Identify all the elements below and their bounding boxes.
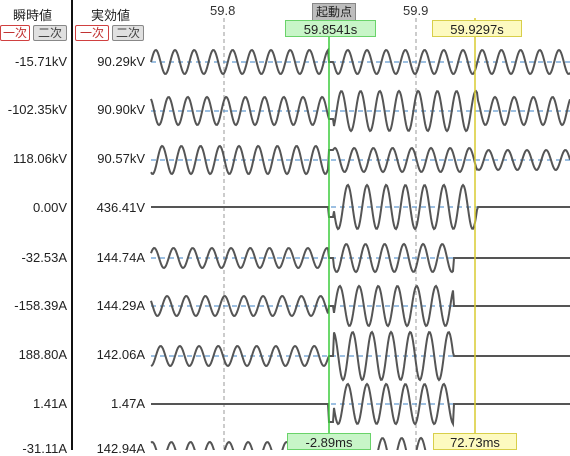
channel-waveform <box>150 242 570 274</box>
rms-primary-toggle[interactable]: 一次 <box>75 25 109 41</box>
channel-instant-value: 118.06kV <box>13 151 67 166</box>
channel-rms-value: 144.74A <box>96 250 145 265</box>
channel-instant-value: -32.53A <box>21 250 67 265</box>
waveform-plot[interactable] <box>149 0 570 450</box>
channel-rms-value: 90.29kV <box>97 54 145 69</box>
instant-secondary-toggle[interactable]: 二次 <box>33 25 67 41</box>
channel-rms-value: 142.94A <box>96 441 145 456</box>
time-tick-59-8: 59.8 <box>210 3 236 18</box>
channel-rms-value: 436.41V <box>96 200 145 215</box>
green-cursor-delta[interactable]: -2.89ms <box>287 433 371 450</box>
channel-instant-value: -102.35kV <box>7 102 67 117</box>
channel-rms-value: 90.90kV <box>97 102 145 117</box>
rms-value-header: 実効値 <box>91 8 131 23</box>
channel-instant-value: 0.00V <box>33 200 67 215</box>
yellow-cursor-time[interactable]: 59.9297s <box>432 20 522 37</box>
instant-primary-toggle[interactable]: 一次 <box>0 25 30 41</box>
channel-instant-value: -31.11A <box>22 441 67 456</box>
channel-rms-value: 1.47A <box>111 396 145 411</box>
green-cursor-time[interactable]: 59.8541s <box>285 20 376 37</box>
trigger-point-button[interactable]: 起動点 <box>312 3 357 21</box>
channel-rms-value: 142.06A <box>96 347 145 362</box>
rms-secondary-toggle[interactable]: 二次 <box>112 25 144 41</box>
instant-value-header: 瞬時値 <box>13 8 53 23</box>
channel-instant-value: -158.39A <box>14 298 67 313</box>
channel-instant-value: -15.71kV <box>14 54 67 69</box>
channel-instant-value: 188.80A <box>18 347 67 362</box>
channel-instant-value: 1.41A <box>33 396 67 411</box>
channel-rms-value: 90.57kV <box>97 151 145 166</box>
yellow-cursor-delta[interactable]: 72.73ms <box>433 433 517 450</box>
channel-rms-value: 144.29A <box>96 298 145 313</box>
column-divider <box>71 0 73 450</box>
channel-traces <box>150 47 570 450</box>
time-tick-59-9: 59.9 <box>403 3 429 18</box>
